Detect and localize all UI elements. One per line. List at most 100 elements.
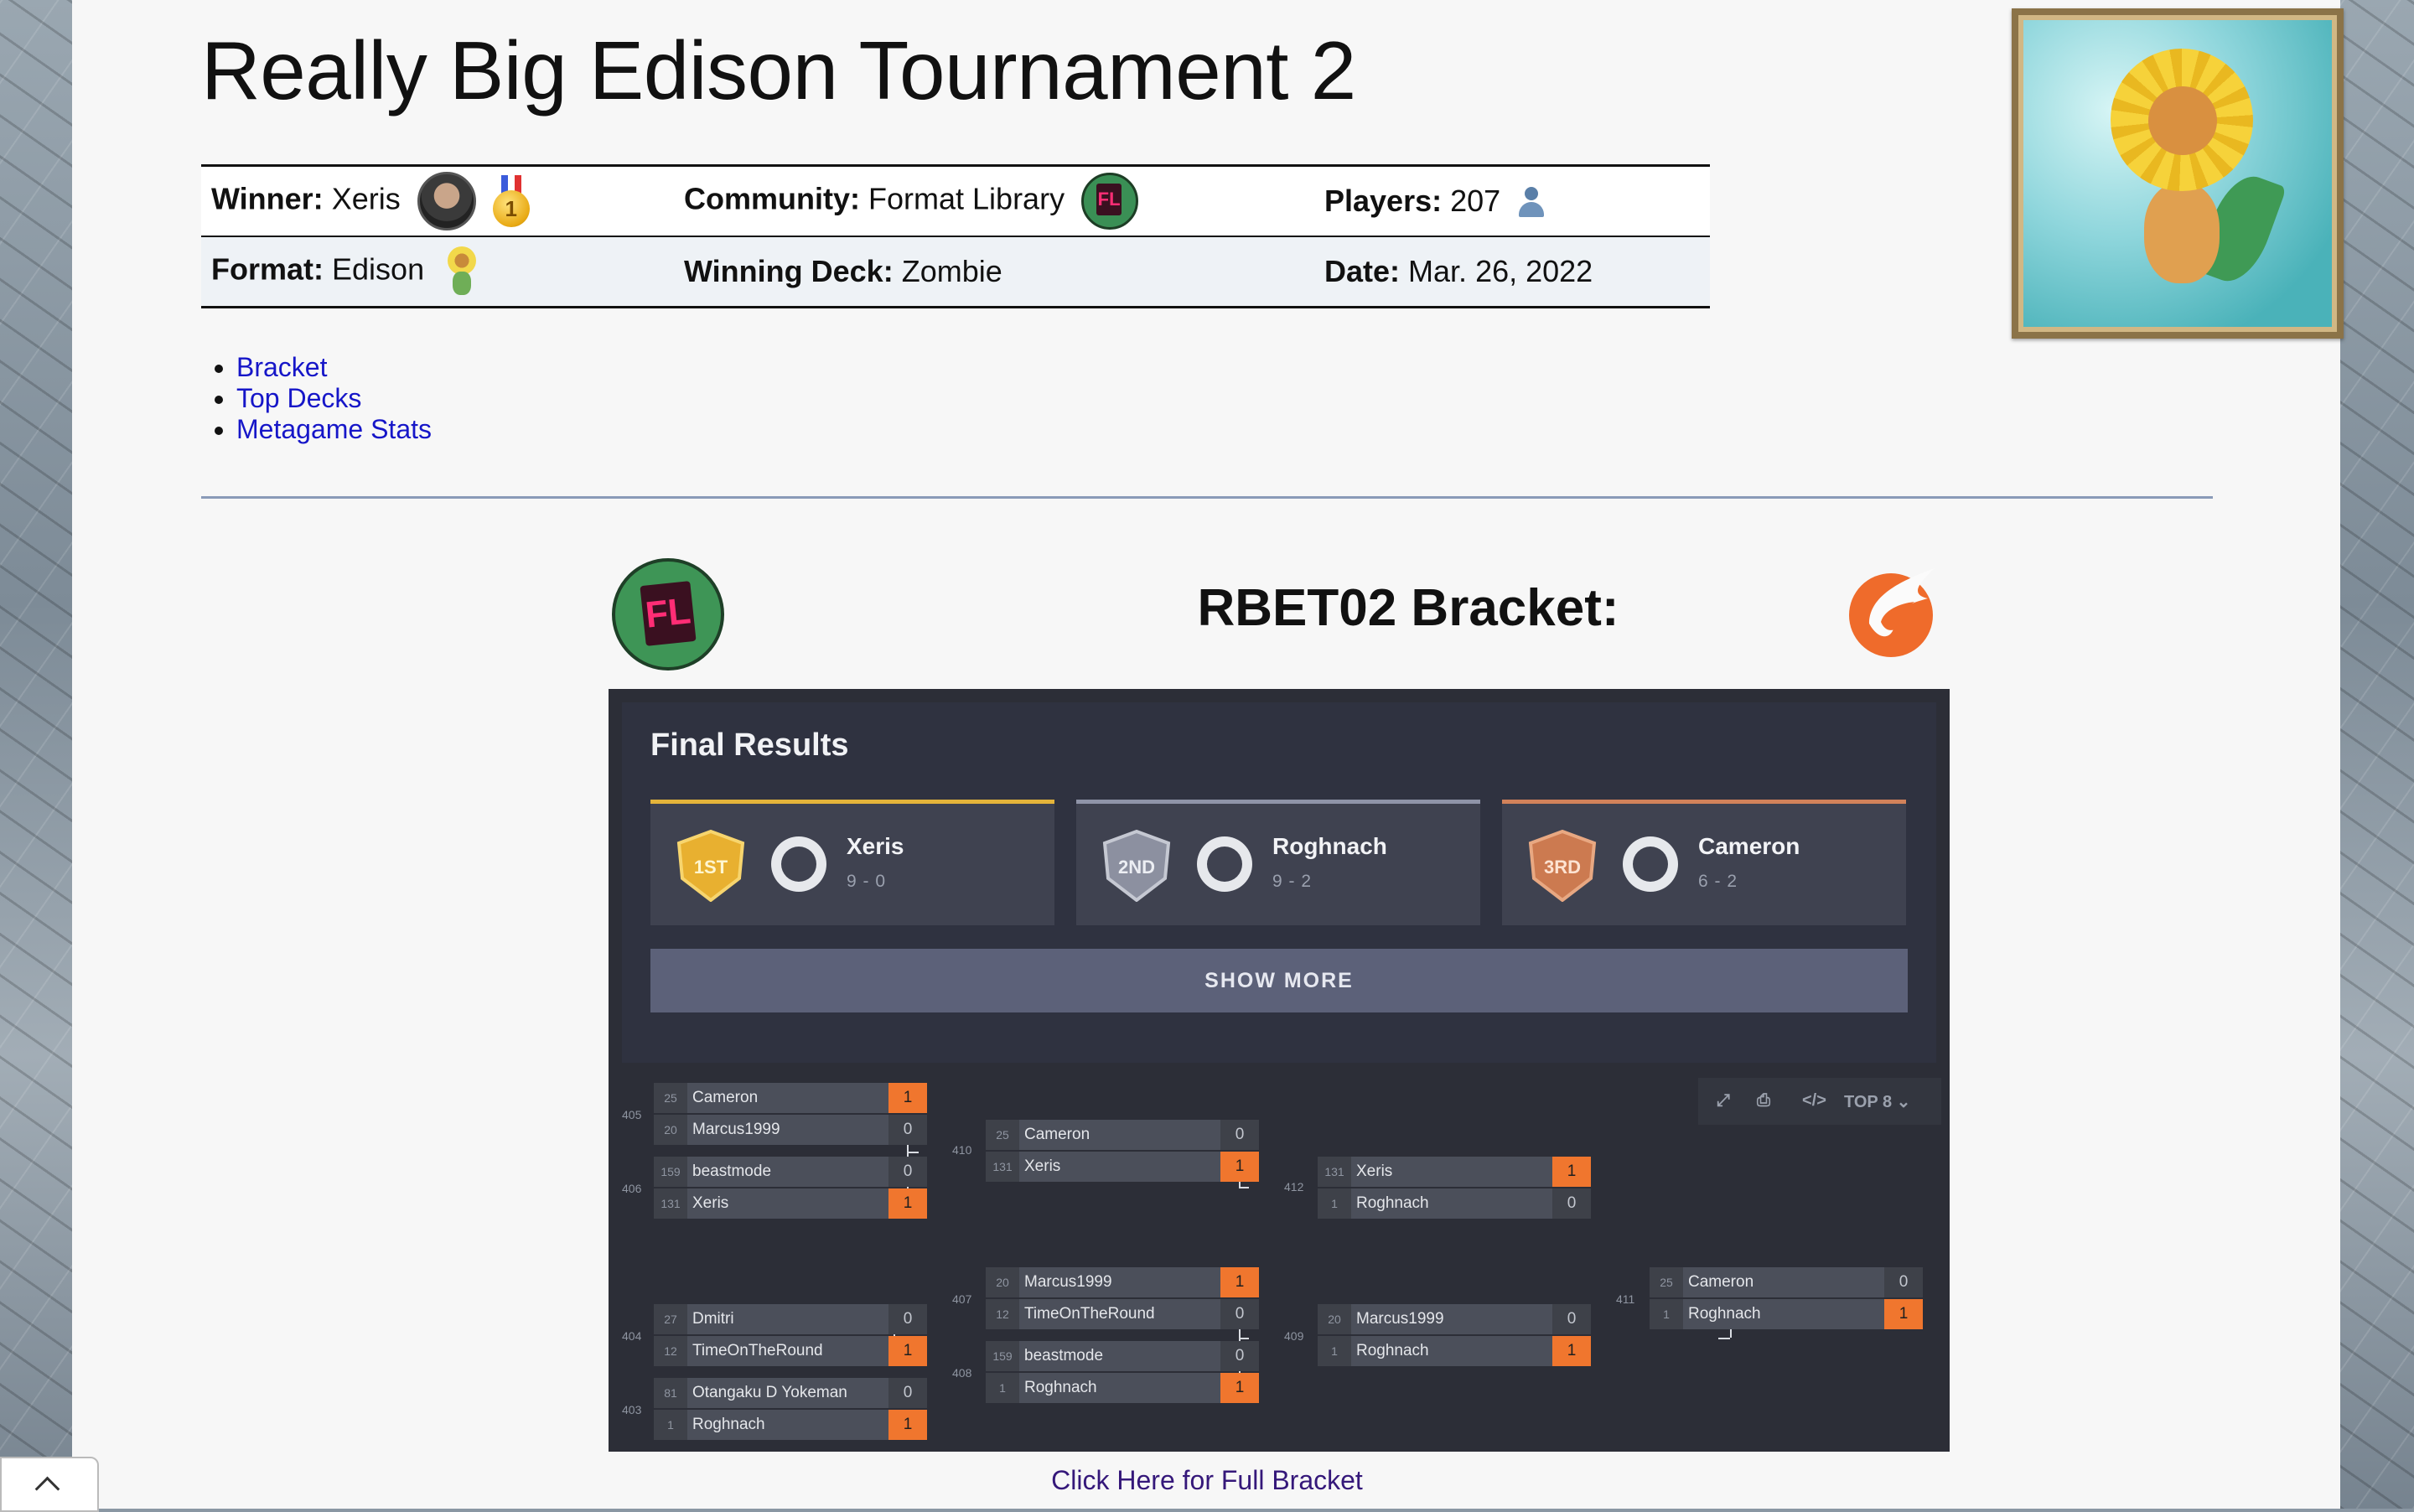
participant-name: TimeOnTheRound: [692, 1342, 823, 1359]
match-participant[interactable]: 1 Roghnach 1: [1650, 1299, 1923, 1329]
podium-third[interactable]: 3RD Cameron 6 - 2: [1502, 800, 1906, 925]
match-participant[interactable]: 20 Marcus1999 1: [986, 1267, 1259, 1297]
participant-seed: 27: [654, 1304, 687, 1334]
podium-first-record: 9 - 0: [847, 872, 887, 891]
format-label: Format:: [211, 251, 324, 287]
match-participant[interactable]: 1 Roghnach 1: [654, 1410, 927, 1440]
participant-seed: 159: [654, 1157, 687, 1187]
full-bracket-link[interactable]: Click Here for Full Bracket: [1051, 1465, 1363, 1495]
nav-item-top-decks: Top Decks: [236, 383, 432, 414]
bracket-match[interactable]: 25 Cameron 0 1 Roghnach 1: [1650, 1267, 1923, 1331]
fullscreen-icon[interactable]: ⤢: [1717, 1091, 1730, 1111]
tournament-info-table: Winner: Xeris 1 Community: Format Librar…: [201, 164, 1710, 308]
participant-score: 0: [1220, 1120, 1259, 1150]
challonge-logo-icon[interactable]: [1844, 562, 1938, 660]
participant-score: 1: [888, 1188, 927, 1219]
challonge-avatar-icon: [771, 836, 826, 892]
bracket-match[interactable]: 81 Otangaku D Yokeman 0 1 Roghnach 1: [654, 1378, 927, 1442]
print-icon[interactable]: ⎙: [1757, 1091, 1770, 1111]
nav-link-top-decks[interactable]: Top Decks: [236, 383, 361, 413]
match-id: 407: [952, 1292, 972, 1306]
participant-score: 1: [888, 1083, 927, 1113]
participant-name: Cameron: [1024, 1126, 1090, 1143]
participant-score: 1: [1552, 1336, 1591, 1366]
podium-second-name: Roghnach: [1272, 833, 1387, 859]
match-participant[interactable]: 27 Dmitri 0: [654, 1304, 927, 1334]
format-library-logo-icon[interactable]: FL: [1081, 173, 1139, 230]
format-monster-icon[interactable]: [441, 246, 483, 297]
match-participant[interactable]: 1 Roghnach 0: [1318, 1188, 1591, 1219]
bracket-heading: RBET02 Bracket:: [1197, 579, 1619, 637]
format-library-logo[interactable]: FL: [612, 558, 724, 671]
match-participant[interactable]: 159 beastmode 0: [654, 1157, 927, 1187]
bracket-match[interactable]: 159 beastmode 0 131 Xeris 1: [654, 1157, 927, 1220]
section-divider: [201, 496, 2213, 499]
participant-seed: 25: [986, 1120, 1019, 1150]
stone-background-left: [0, 0, 72, 1509]
participant-seed: 131: [1318, 1157, 1351, 1187]
nav-link-bracket[interactable]: Bracket: [236, 352, 327, 382]
participant-seed: 25: [1650, 1267, 1683, 1297]
challonge-avatar-icon: [1197, 836, 1252, 892]
participant-name: beastmode: [1024, 1347, 1104, 1364]
person-icon: [1517, 187, 1546, 219]
match-participant[interactable]: 1 Roghnach 1: [1318, 1336, 1591, 1366]
match-participant[interactable]: 81 Otangaku D Yokeman 0: [654, 1378, 927, 1408]
podium-second[interactable]: 2ND Roghnach 9 - 2: [1076, 800, 1480, 925]
bracket-match[interactable]: 20 Marcus1999 0 1 Roghnach 1: [1318, 1304, 1591, 1368]
bronze-rank-badge-icon: 3RD: [1528, 830, 1597, 902]
match-participant[interactable]: 131 Xeris 1: [654, 1188, 927, 1219]
match-id: 411: [1616, 1292, 1635, 1306]
community-link[interactable]: Format Library: [868, 182, 1065, 216]
podium-first[interactable]: 1ST Xeris 9 - 0: [650, 800, 1054, 925]
participant-score: 0: [1220, 1341, 1259, 1371]
nav-link-metagame-stats[interactable]: Metagame Stats: [236, 414, 432, 444]
podium-first-name: Xeris: [847, 833, 904, 859]
format-link[interactable]: Edison: [332, 252, 424, 287]
match-participant[interactable]: 25 Cameron 0: [986, 1120, 1259, 1150]
date-value: Mar. 26, 2022: [1408, 254, 1593, 288]
winner-avatar[interactable]: [417, 172, 476, 230]
match-id: 403: [622, 1403, 642, 1416]
match-participant[interactable]: 25 Cameron 1: [654, 1083, 927, 1113]
bracket-match[interactable]: 20 Marcus1999 1 12 TimeOnTheRound 0: [986, 1267, 1259, 1331]
svg-text:3RD: 3RD: [1544, 857, 1581, 878]
match-participant[interactable]: 12 TimeOnTheRound 0: [986, 1299, 1259, 1329]
match-participant[interactable]: 20 Marcus1999 0: [1318, 1304, 1591, 1334]
gold-medal-icon: 1: [492, 175, 530, 227]
bracket-match[interactable]: 159 beastmode 0 1 Roghnach 1: [986, 1341, 1259, 1405]
match-id: 404: [622, 1329, 642, 1343]
view-select[interactable]: TOP 8 ⌄: [1844, 1091, 1910, 1112]
page-body: Really Big Edison Tournament 2 Winner: X…: [72, 0, 2344, 1509]
match-participant[interactable]: 1 Roghnach 1: [986, 1373, 1259, 1403]
match-participant[interactable]: 131 Xeris 1: [1318, 1157, 1591, 1187]
show-more-button[interactable]: SHOW MORE: [650, 949, 1908, 1012]
participant-seed: 159: [986, 1341, 1019, 1371]
participant-name: Marcus1999: [1024, 1273, 1112, 1291]
embed-code-icon[interactable]: </>: [1802, 1091, 1826, 1111]
community-cell: Community: Format Library FL: [674, 164, 1314, 237]
date-cell: Date: Mar. 26, 2022: [1314, 236, 1710, 308]
scroll-to-top-button[interactable]: [0, 1457, 99, 1512]
match-participant[interactable]: 12 TimeOnTheRound 1: [654, 1336, 927, 1366]
bracket-match[interactable]: 131 Xeris 1 1 Roghnach 0: [1318, 1157, 1591, 1220]
stone-background-right: [2340, 0, 2414, 1509]
participant-score: 1: [1220, 1267, 1259, 1297]
bracket-match[interactable]: 27 Dmitri 0 12 TimeOnTheRound 1: [654, 1304, 927, 1368]
bracket-match[interactable]: 25 Cameron 1 20 Marcus1999 0: [654, 1083, 927, 1147]
participant-score: 0: [888, 1157, 927, 1187]
bracket-match[interactable]: 25 Cameron 0 131 Xeris 1: [986, 1120, 1259, 1183]
participant-name: Otangaku D Yokeman: [692, 1384, 847, 1401]
participant-seed: 1: [654, 1410, 687, 1440]
tournament-card-image: [2012, 8, 2344, 339]
match-participant[interactable]: 131 Xeris 1: [986, 1152, 1259, 1182]
section-nav: Bracket Top Decks Metagame Stats: [201, 352, 432, 445]
winning-deck-link[interactable]: Zombie: [902, 254, 1002, 288]
match-participant[interactable]: 20 Marcus1999 0: [654, 1115, 927, 1145]
participant-score: 0: [1552, 1304, 1591, 1334]
participant-score: 0: [1220, 1299, 1259, 1329]
participant-name: Roghnach: [692, 1416, 765, 1433]
match-participant[interactable]: 25 Cameron 0: [1650, 1267, 1923, 1297]
match-participant[interactable]: 159 beastmode 0: [986, 1341, 1259, 1371]
winner-link[interactable]: Xeris: [332, 182, 401, 216]
